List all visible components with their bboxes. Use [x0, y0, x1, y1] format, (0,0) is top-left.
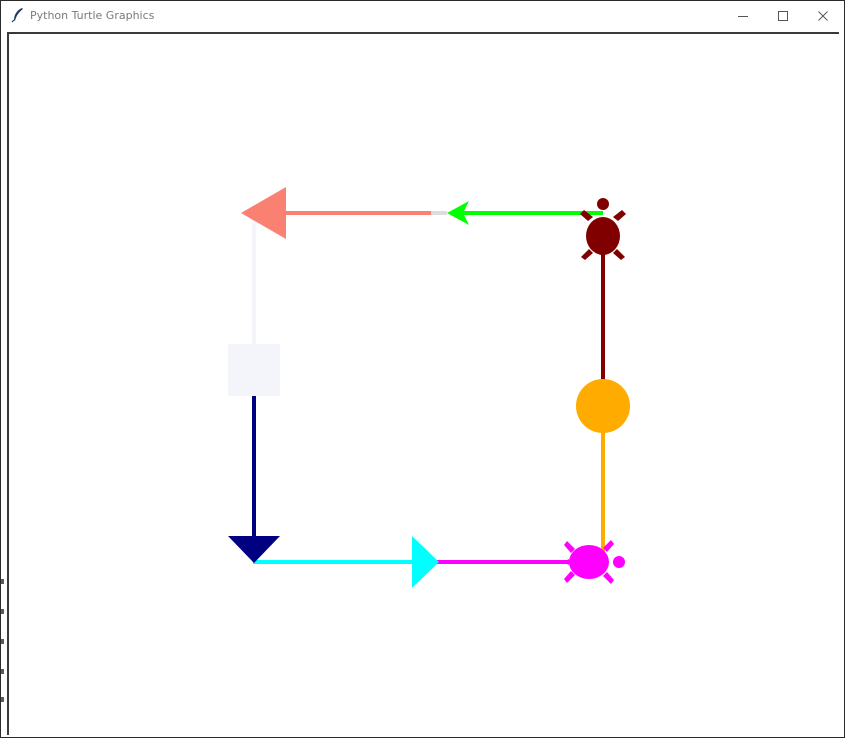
close-button[interactable]	[803, 1, 843, 30]
minimize-button[interactable]	[723, 1, 763, 30]
close-icon	[818, 10, 828, 21]
salmon-arrow-turtle	[241, 187, 286, 239]
title-bar[interactable]: Python Turtle Graphics	[1, 1, 844, 30]
turtle-canvas-area[interactable]	[7, 32, 839, 735]
minimize-icon	[738, 15, 748, 17]
cyan-triangle-turtle	[412, 536, 439, 588]
maximize-button[interactable]	[763, 1, 803, 30]
maroon-turtle-turtle	[580, 198, 626, 260]
left-edge-marks	[1, 571, 6, 711]
edge-mark	[1, 609, 4, 614]
edge-mark	[1, 579, 4, 584]
edge-mark	[1, 697, 4, 702]
window-title: Python Turtle Graphics	[30, 9, 155, 22]
navy-triangle-turtle	[228, 536, 280, 563]
maximize-icon	[778, 10, 788, 21]
ghostwhite-square-turtle	[228, 344, 280, 396]
edge-mark	[1, 639, 4, 644]
turtle-window: Python Turtle Graphics	[0, 0, 845, 738]
magenta-turtle-turtle	[563, 540, 625, 584]
orange-circle-turtle	[576, 379, 630, 433]
edge-mark	[1, 669, 4, 674]
drawing-canvas[interactable]	[9, 34, 841, 737]
feather-icon	[11, 7, 25, 23]
